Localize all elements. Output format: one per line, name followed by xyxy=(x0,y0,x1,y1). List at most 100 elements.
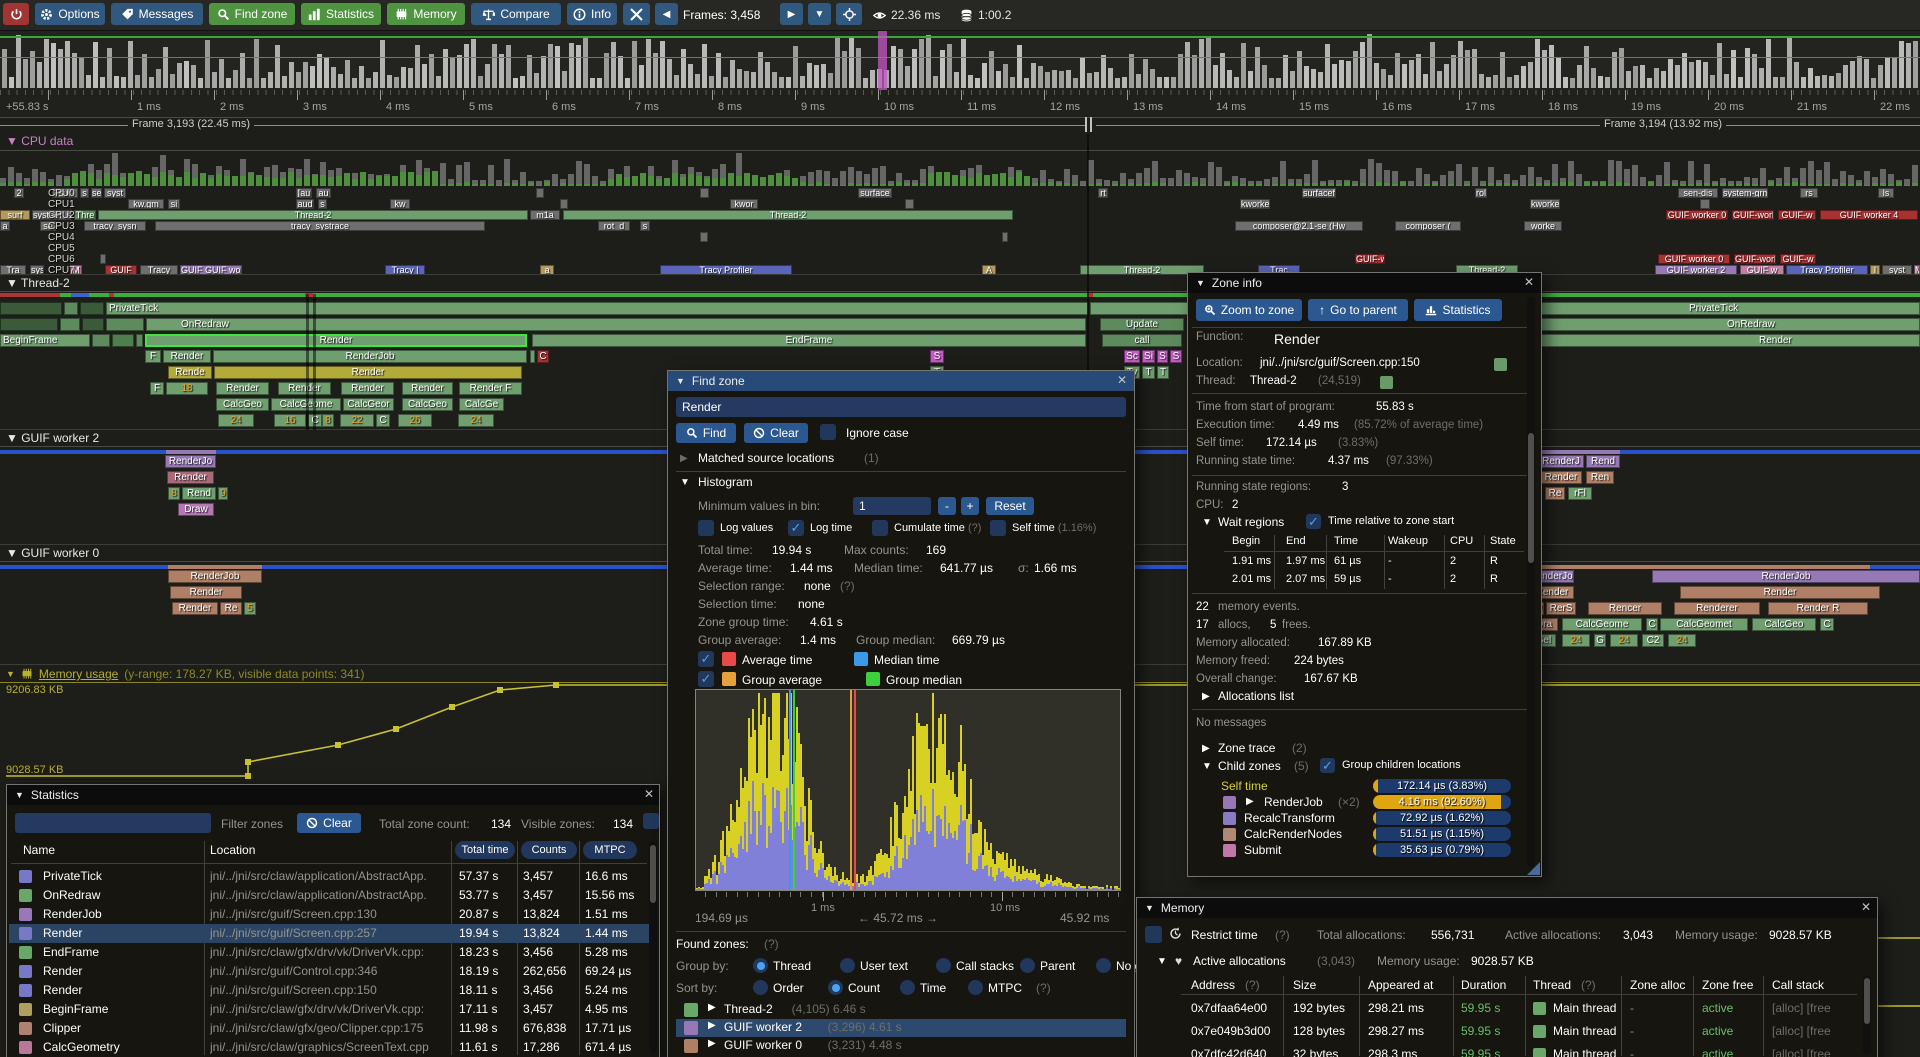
button-statistics[interactable]: Statistics xyxy=(1414,299,1502,321)
frame-a-label[interactable]: Frame 3,193 (22.45 ms) xyxy=(128,118,254,130)
mem-col-address[interactable]: Address xyxy=(1191,978,1235,992)
mem-col-appeared-at[interactable]: Appeared at xyxy=(1368,978,1433,992)
timeline-zone[interactable]: RenderJob xyxy=(168,570,262,583)
cpu-zone[interactable]: si xyxy=(168,199,180,209)
resize-grip[interactable] xyxy=(1527,862,1540,875)
timeline-zone[interactable]: F xyxy=(145,350,161,363)
mem-col-zone-alloc[interactable]: Zone alloc xyxy=(1630,978,1685,992)
timeline-zone[interactable]: Render xyxy=(216,382,269,395)
allocation-row[interactable]: 0x7dfc42d64032 bytes298.3 ms59.95 sMain … xyxy=(1181,1044,1857,1057)
timeline-zone[interactable]: C xyxy=(537,350,549,363)
mem-col-zone-free[interactable]: Zone free xyxy=(1702,978,1753,992)
timeline-zone[interactable]: 24 xyxy=(1562,634,1590,647)
timeline-zone[interactable]: 24 xyxy=(458,414,494,427)
column-header-total-time[interactable]: Total time xyxy=(455,841,515,859)
checkbox-log-time[interactable]: ✓ xyxy=(788,520,804,536)
search-input[interactable]: Render xyxy=(676,397,1126,417)
child-zone-name[interactable]: RecalcTransform xyxy=(1244,811,1335,825)
timeline-zone[interactable]: Si xyxy=(1142,350,1155,363)
timeline-zone[interactable]: Rencer xyxy=(1588,602,1662,615)
memory-usage-header[interactable]: ▼Memory usage(y-range: 178.27 KB, visibl… xyxy=(6,667,364,681)
timeline-zone[interactable] xyxy=(0,302,62,315)
timeline-zone[interactable] xyxy=(92,334,110,347)
toolbar-button-statistics[interactable]: Statistics xyxy=(301,3,381,25)
wait-col-state[interactable]: State xyxy=(1490,535,1516,547)
memory-window[interactable]: ▼Memory✕Restrict time(?)Total allocation… xyxy=(1136,897,1878,1057)
checkbox-self-time[interactable] xyxy=(990,520,1006,536)
min-bin-input[interactable]: 1 xyxy=(853,497,931,515)
timeline-zone[interactable]: CalcGe xyxy=(459,398,504,411)
column-header-name[interactable]: Name xyxy=(23,843,55,857)
table-row[interactable]: Renderjni/../jni/src/guif/Screen.cpp:257… xyxy=(9,924,651,943)
radio-no-grouping[interactable] xyxy=(1096,958,1111,973)
table-row[interactable]: Renderjni/../jni/src/guif/Screen.cpp:150… xyxy=(9,981,651,1000)
timeline-zone[interactable]: Sc xyxy=(1124,350,1140,363)
timeline-zone[interactable]: Re xyxy=(1545,487,1565,500)
collapse-arrow-icon[interactable]: ▼ xyxy=(1145,903,1154,913)
cpu-zone[interactable]: [au xyxy=(296,188,312,198)
table-row[interactable]: PrivateTickjni/../jni/src/claw/applicati… xyxy=(9,867,651,886)
legend-swatch[interactable] xyxy=(854,652,868,666)
cpu-zone[interactable]: Thread-2 xyxy=(98,210,528,220)
timeline-zone[interactable] xyxy=(64,302,78,315)
timeline-zone[interactable] xyxy=(80,302,104,315)
timeline-zone[interactable]: F xyxy=(150,382,164,395)
tree-arrow-icon[interactable]: ▶ xyxy=(680,453,688,464)
tree-arrow-icon[interactable]: ▶ xyxy=(708,1038,716,1049)
timeline-zone[interactable]: RenderJob xyxy=(213,350,527,363)
timeline-zone[interactable]: CalcGeo xyxy=(216,398,269,411)
tree-arrow-icon[interactable]: ▼ xyxy=(1157,956,1167,967)
timeline-zone[interactable]: G xyxy=(1594,634,1606,647)
legend-checkbox[interactable]: ✓ xyxy=(698,651,714,667)
cpu-zone[interactable]: a xyxy=(0,221,10,231)
timeline-zone[interactable]: 9 xyxy=(218,487,228,500)
timeline-zone[interactable]: RerS xyxy=(1546,602,1576,615)
cpu-zone[interactable]: Thread-2 xyxy=(563,210,1013,220)
cpu-zone[interactable]: rol xyxy=(1475,188,1487,198)
radio-order[interactable] xyxy=(753,980,768,995)
checkbox-cumulate-time[interactable] xyxy=(872,520,888,536)
legend-checkbox[interactable]: ✓ xyxy=(698,671,714,687)
radio-parent[interactable] xyxy=(1020,958,1035,973)
cpu-zone[interactable]: rot_d xyxy=(598,221,630,231)
cpu-zone[interactable] xyxy=(1002,232,1008,242)
timeline-zone[interactable]: T xyxy=(1157,366,1169,379)
child-zone-name[interactable]: Submit xyxy=(1244,843,1281,857)
timeline-zone[interactable]: S xyxy=(1157,350,1168,363)
timeline-zone[interactable] xyxy=(106,318,144,331)
timeline-zone[interactable]: 24 xyxy=(218,414,254,427)
timeline-zone[interactable]: Render xyxy=(341,382,394,395)
restrict-time-checkbox[interactable] xyxy=(1145,926,1162,943)
timeline-zone[interactable]: 24 xyxy=(1668,634,1696,647)
timeline-zone[interactable]: Render xyxy=(172,602,218,615)
mem-col-thread[interactable]: Thread xyxy=(1533,978,1571,992)
timeline-zone[interactable]: Ren xyxy=(1586,471,1614,484)
child-zone-name[interactable]: CalcRenderNodes xyxy=(1244,827,1342,841)
cpu-zone[interactable]: worke xyxy=(1524,221,1562,231)
tree-arrow-icon[interactable]: ▼ xyxy=(1202,761,1212,772)
column-header-counts[interactable]: Counts xyxy=(521,841,577,859)
partial-checkbox[interactable] xyxy=(643,813,659,829)
cpu-zone[interactable]: aud xyxy=(296,199,314,209)
timeline-zone[interactable]: S xyxy=(930,350,944,363)
find-zone-titlebar[interactable]: ▼Find zone xyxy=(668,371,1134,391)
timeline-zone[interactable]: call xyxy=(1102,334,1182,347)
toolbar-button-power[interactable] xyxy=(3,3,29,25)
timeline-zone[interactable]: Render xyxy=(167,471,214,484)
cpu-zone[interactable]: Thre xyxy=(74,210,96,220)
zone-trace-label[interactable]: Zone trace xyxy=(1218,741,1275,755)
histogram-chart[interactable] xyxy=(695,689,1121,891)
allocation-row[interactable]: 0x7e049b3d00128 bytes298.27 ms59.95 sMai… xyxy=(1181,1021,1857,1043)
timeline-zone[interactable] xyxy=(112,334,134,347)
timeline-zone[interactable]: C xyxy=(1820,618,1834,631)
table-row[interactable]: OnRedrawjni/../jni/src/claw/application/… xyxy=(9,886,651,905)
cpu-zone[interactable]: surf xyxy=(0,210,30,220)
scrollbar-thumb[interactable] xyxy=(1864,978,1870,1024)
zone-info-scrollbar[interactable] xyxy=(1527,297,1535,867)
timeline-zone[interactable]: Renderer xyxy=(1674,602,1760,615)
help-marker[interactable]: (?) xyxy=(1581,978,1596,992)
time-ruler[interactable]: +55.83 s1 ms2 ms3 ms4 ms5 ms6 ms7 ms8 ms… xyxy=(0,90,1920,118)
cpu-zone[interactable]: composer@2.1-se (Hw xyxy=(1235,221,1363,231)
timeline-zone[interactable]: Re xyxy=(220,602,242,615)
ignore-case-checkbox[interactable] xyxy=(820,424,836,440)
